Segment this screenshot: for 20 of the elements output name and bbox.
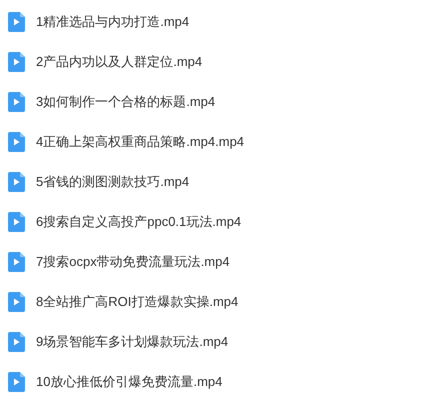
file-name[interactable]: 5省钱的测图测款技巧.mp4 bbox=[36, 172, 190, 192]
file-name[interactable]: 3如何制作一个合格的标题.mp4 bbox=[36, 92, 216, 112]
file-name[interactable]: 8全站推广高ROI打造爆款实操.mp4 bbox=[36, 292, 238, 312]
video-file-icon bbox=[8, 132, 25, 152]
video-file-icon bbox=[8, 52, 25, 72]
file-name[interactable]: 4正确上架高权重商品策略.mp4.mp4 bbox=[36, 132, 244, 152]
video-file-icon bbox=[8, 172, 25, 192]
file-name[interactable]: 6搜索自定义高投产ppc0.1玩法.mp4 bbox=[36, 212, 242, 232]
video-file-icon bbox=[8, 12, 25, 32]
video-file-icon bbox=[8, 252, 25, 272]
video-file-icon bbox=[8, 292, 25, 312]
video-file-icon bbox=[8, 372, 25, 392]
video-file-icon bbox=[8, 332, 25, 352]
file-name[interactable]: 2产品内功以及人群定位.mp4 bbox=[36, 52, 202, 72]
video-file-icon bbox=[8, 212, 25, 232]
file-name[interactable]: 10放心推低价引爆免费流量.mp4 bbox=[36, 372, 222, 392]
file-name[interactable]: 9场景智能车多计划爆款玩法.mp4 bbox=[36, 332, 228, 352]
file-name[interactable]: 1精准选品与内功打造.mp4 bbox=[36, 12, 190, 32]
file-name[interactable]: 7搜索ocpx带动免费流量玩法.mp4 bbox=[36, 252, 230, 272]
video-file-icon bbox=[8, 92, 25, 112]
